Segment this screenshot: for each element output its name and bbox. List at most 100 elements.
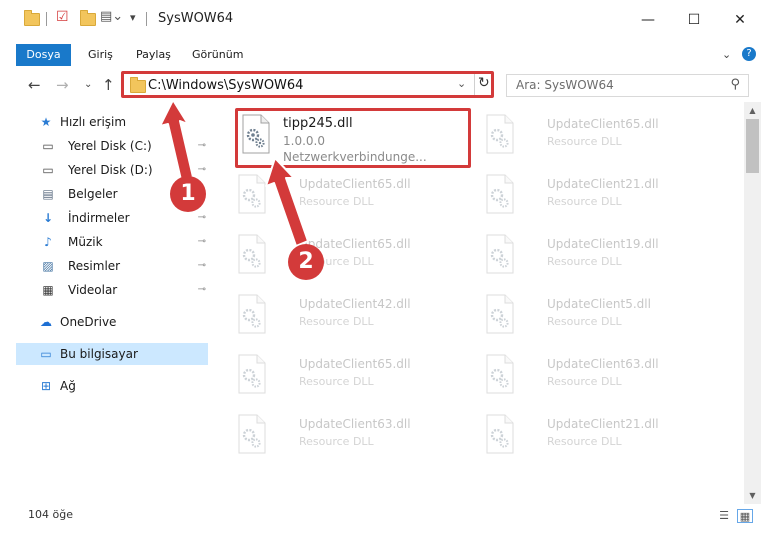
- file-type: Resource DLL: [547, 135, 622, 148]
- star-icon: ★: [40, 115, 52, 129]
- sidebar-item-downloads[interactable]: ↓ İndirmeler ⊸: [16, 207, 208, 229]
- dll-file-icon: [238, 294, 266, 334]
- file-item[interactable]: UpdateClient65.dll Resource DLL: [231, 168, 471, 224]
- chevron-down-icon[interactable]: ⌄: [457, 77, 466, 90]
- address-bar[interactable]: C:\Windows\SysWOW64 ⌄ ↻: [121, 71, 494, 98]
- scroll-down-icon[interactable]: ▼: [744, 487, 761, 504]
- pin-icon[interactable]: ⊸: [198, 207, 206, 229]
- new-folder-icon[interactable]: [80, 10, 96, 26]
- sidebar-item-pictures[interactable]: ▨ Resimler ⊸: [16, 255, 208, 277]
- file-item-tipp245[interactable]: tipp245.dll 1.0.0.0 Netzwerkverbindunge.…: [235, 108, 475, 164]
- file-item[interactable]: UpdateClient21.dll Resource DLL: [479, 168, 719, 224]
- vertical-scrollbar[interactable]: ▲ ▼: [744, 102, 761, 504]
- pin-icon[interactable]: ⊸: [198, 231, 206, 253]
- pictures-icon: ▨: [42, 259, 54, 273]
- properties-icon[interactable]: ☑: [56, 10, 70, 24]
- file-item[interactable]: UpdateClient63.dll Resource DLL: [231, 408, 471, 464]
- tab-file[interactable]: Dosya: [16, 44, 71, 66]
- file-list: tipp245.dll 1.0.0.0 Netzwerkverbindunge.…: [215, 102, 744, 504]
- sidebar-item-label: Bu bilgisayar: [60, 347, 138, 361]
- pin-icon[interactable]: ⊸: [198, 279, 206, 301]
- file-item[interactable]: UpdateClient5.dll Resource DLL: [479, 288, 719, 344]
- sidebar-item-label: Hızlı erişim: [60, 115, 127, 129]
- customize-toolbar-icon[interactable]: ▤⌄: [100, 10, 123, 24]
- downloads-icon: ↓: [42, 211, 54, 225]
- file-item[interactable]: UpdateClient42.dll Resource DLL: [231, 288, 471, 344]
- sidebar-item-label: Videolar: [68, 283, 118, 297]
- dll-file-icon: [486, 234, 514, 274]
- recent-locations-button[interactable]: ⌄: [84, 79, 92, 90]
- back-button[interactable]: ←: [28, 76, 41, 94]
- sidebar-item-label: Ağ: [60, 379, 76, 393]
- sidebar-item-onedrive[interactable]: ☁ OneDrive: [16, 311, 208, 333]
- navigation-bar: ← → ⌄ ↑ C:\Windows\SysWOW64 ⌄ ↻ Ara: Sys…: [0, 68, 769, 102]
- minimize-button[interactable]: —: [625, 0, 671, 40]
- dll-file-icon: [238, 414, 266, 454]
- sidebar-item-this-pc[interactable]: ▭ Bu bilgisayar: [16, 343, 208, 365]
- file-name: UpdateClient65.dll: [299, 177, 411, 191]
- file-type: Resource DLL: [547, 375, 622, 388]
- details-view-icon[interactable]: ☰: [716, 509, 732, 523]
- help-icon[interactable]: ?: [742, 47, 756, 61]
- file-type: Resource DLL: [299, 195, 374, 208]
- file-name: UpdateClient21.dll: [547, 417, 659, 431]
- sidebar-item-videos[interactable]: ▦ Videolar ⊸: [16, 279, 208, 301]
- file-type: Resource DLL: [547, 255, 622, 268]
- up-button[interactable]: ↑: [102, 76, 115, 94]
- close-button[interactable]: ✕: [717, 0, 763, 40]
- file-item[interactable]: UpdateClient65.dll Resource DLL: [479, 108, 719, 164]
- tab-view[interactable]: Görünüm: [192, 44, 243, 66]
- refresh-button[interactable]: ↻: [478, 75, 490, 91]
- separator: [474, 74, 475, 95]
- window-title: SysWOW64: [158, 11, 234, 26]
- file-name: UpdateClient19.dll: [547, 237, 659, 251]
- file-item[interactable]: UpdateClient21.dll Resource DLL: [479, 408, 719, 464]
- step-badge-2: 2: [288, 244, 324, 280]
- scroll-up-icon[interactable]: ▲: [744, 102, 761, 119]
- address-path[interactable]: C:\Windows\SysWOW64: [148, 78, 303, 93]
- folder-icon: [24, 10, 40, 26]
- sidebar-item-music[interactable]: ♪ Müzik ⊸: [16, 231, 208, 253]
- sidebar-item-label: Belgeler: [68, 187, 118, 201]
- folder-icon: [130, 77, 146, 93]
- file-type: Resource DLL: [299, 435, 374, 448]
- file-name: UpdateClient42.dll: [299, 297, 411, 311]
- maximize-button[interactable]: ☐: [671, 0, 717, 40]
- file-version: 1.0.0.0: [283, 134, 325, 148]
- music-icon: ♪: [44, 235, 52, 249]
- dll-file-icon: [486, 114, 514, 154]
- tab-share[interactable]: Paylaş: [136, 44, 171, 66]
- file-name: UpdateClient5.dll: [547, 297, 651, 311]
- file-item[interactable]: UpdateClient65.dll Resource DLL: [231, 348, 471, 404]
- separator: [46, 12, 47, 26]
- ribbon: Dosya Giriş Paylaş Görünüm ⌄ ?: [0, 40, 769, 68]
- sidebar-item-quick-access[interactable]: ★ Hızlı erişim: [16, 111, 208, 133]
- pin-icon[interactable]: ⊸: [198, 159, 206, 181]
- dll-file-icon: [238, 234, 266, 274]
- pin-icon[interactable]: ⊸: [198, 135, 206, 157]
- file-item[interactable]: UpdateClient65.dll Resource DLL: [231, 228, 471, 284]
- videos-icon: ▦: [42, 283, 54, 297]
- tab-home[interactable]: Giriş: [88, 44, 113, 66]
- search-icon: ⚲: [730, 77, 740, 92]
- search-input[interactable]: Ara: SysWOW64 ⚲: [506, 74, 749, 97]
- dll-file-icon: [486, 414, 514, 454]
- sidebar-item-label: Yerel Disk (C:): [68, 139, 152, 153]
- pin-icon[interactable]: ⊸: [198, 255, 206, 277]
- large-icons-view-icon[interactable]: ▦: [737, 509, 753, 523]
- quick-access-dropdown-icon[interactable]: ▾: [130, 11, 144, 25]
- documents-icon: ▤: [42, 187, 54, 201]
- ribbon-expand-icon[interactable]: ⌄: [722, 48, 731, 61]
- sidebar-item-network[interactable]: ⊞ Ağ: [16, 375, 208, 397]
- network-icon: ⊞: [40, 379, 52, 393]
- scroll-thumb[interactable]: [746, 119, 759, 173]
- file-item[interactable]: UpdateClient63.dll Resource DLL: [479, 348, 719, 404]
- file-type: Resource DLL: [299, 315, 374, 328]
- sidebar-item-label: Resimler: [68, 259, 121, 273]
- forward-button[interactable]: →: [56, 76, 69, 94]
- step-badge-1: 1: [170, 176, 206, 212]
- file-type: Resource DLL: [547, 195, 622, 208]
- sidebar-item-local-disk-c[interactable]: ▭ Yerel Disk (C:) ⊸: [16, 135, 208, 157]
- file-item[interactable]: UpdateClient19.dll Resource DLL: [479, 228, 719, 284]
- dll-file-icon: [238, 174, 266, 214]
